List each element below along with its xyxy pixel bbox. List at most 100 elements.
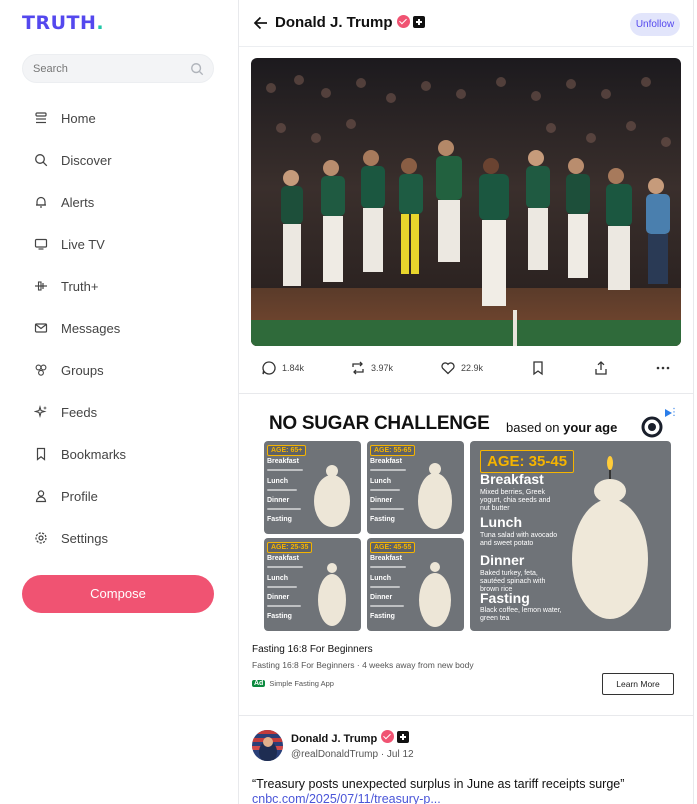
- truth-plus-icon: [34, 279, 48, 293]
- more-options-button[interactable]: [655, 360, 676, 376]
- nav-item-discover[interactable]: Discover: [22, 139, 222, 181]
- age-label: AGE: 35-45: [480, 450, 575, 473]
- big-lunch: Lunch: [480, 514, 522, 530]
- nav-label: Live TV: [61, 236, 105, 252]
- truth-plus-badge-icon: [397, 731, 410, 743]
- search-icon: [34, 153, 48, 167]
- nav-label: Feeds: [61, 404, 98, 420]
- nav-item-home[interactable]: Home: [22, 97, 222, 139]
- unfollow-button[interactable]: Unfollow: [630, 13, 680, 36]
- sparkle-icon: [34, 405, 48, 419]
- search-input[interactable]: [23, 55, 183, 82]
- verified-badge-icon: [396, 15, 410, 28]
- tile-fasting: Fasting: [267, 516, 292, 523]
- share-icon: [595, 361, 607, 375]
- ad-headline[interactable]: Fasting 16:8 For Beginners: [252, 644, 373, 655]
- nav-item-alerts[interactable]: Alerts: [22, 181, 222, 223]
- big-breakfast-text: Mixed berries, Greek yogurt, chia seeds …: [480, 489, 551, 512]
- truth-logo[interactable]: TRUTH.: [22, 12, 104, 34]
- text-line: [267, 566, 303, 568]
- header-title: Donald J. Trump: [275, 14, 425, 31]
- tile-dinner: Dinner: [370, 594, 393, 601]
- tile-breakfast: Breakfast: [267, 458, 299, 465]
- header-name: Donald J. Trump: [275, 14, 393, 31]
- ad-advertiser: Ad Simple Fasting App: [252, 679, 334, 688]
- divider: [239, 393, 694, 394]
- nav-item-messages[interactable]: Messages: [22, 307, 222, 349]
- nav-item-feeds[interactable]: Feeds: [22, 391, 222, 433]
- ad-tile-age-25-35[interactable]: AGE: 25-35 Breakfast Lunch Dinner Fastin…: [264, 538, 361, 631]
- logo-dot: .: [96, 12, 105, 34]
- learn-more-button[interactable]: Learn More: [602, 673, 674, 695]
- retruth-icon: [352, 361, 364, 375]
- avatar-image: [252, 730, 283, 761]
- logo-text: TRUTH: [22, 12, 97, 34]
- nav-item-groups[interactable]: Groups: [22, 349, 222, 391]
- like-count: 22.9k: [461, 363, 484, 373]
- ad-tile-age-55-65[interactable]: AGE: 55-65 Breakfast Lunch Dinner Fastin…: [367, 441, 464, 534]
- post-author[interactable]: Donald J. Trump: [291, 730, 410, 745]
- sidebar: TRUTH. Home Discover Alerts Live TV: [0, 0, 238, 804]
- text-line: [370, 469, 406, 471]
- advertiser-name: Simple Fasting App: [269, 679, 334, 688]
- text-line: [370, 605, 404, 607]
- profile-header: Donald J. Trump Unfollow: [239, 0, 694, 47]
- big-lunch-text: Tuna salad with avocado and sweet potato: [480, 532, 558, 547]
- post-meta: @realDonaldTrump · Jul 12: [291, 749, 414, 760]
- tile-fasting: Fasting: [267, 613, 292, 620]
- home-icon: [34, 111, 48, 125]
- age-label: AGE: 65+: [267, 445, 307, 456]
- retruth-button[interactable]: 3.97k: [350, 360, 393, 376]
- avatar[interactable]: [252, 730, 283, 761]
- nav-item-truth-plus[interactable]: Truth+: [22, 265, 222, 307]
- nav-item-bookmarks[interactable]: Bookmarks: [22, 433, 222, 475]
- like-button[interactable]: 22.9k: [440, 360, 483, 376]
- text-line: [370, 566, 406, 568]
- search-icon[interactable]: [190, 62, 204, 76]
- share-button[interactable]: [593, 360, 614, 376]
- post-date: · Jul 12: [378, 749, 414, 760]
- tile-lunch: Lunch: [370, 575, 391, 582]
- reply-button[interactable]: 1.84k: [261, 360, 304, 376]
- ad-tile-age-35-45[interactable]: AGE: 35-45 Breakfast Mixed berries, Gree…: [470, 441, 671, 631]
- post-actions: 1.84k 3.97k 22.9k: [239, 356, 694, 384]
- app: TRUTH. Home Discover Alerts Live TV: [0, 0, 697, 804]
- text-line: [370, 586, 400, 588]
- app-logo-icon: [641, 416, 663, 438]
- tile-lunch: Lunch: [370, 478, 391, 485]
- back-arrow-icon[interactable]: [253, 15, 269, 31]
- divider: [239, 715, 694, 716]
- nav-label: Bookmarks: [61, 446, 127, 462]
- baseball-celebration-image: [251, 58, 681, 346]
- nav-item-profile[interactable]: Profile: [22, 475, 222, 517]
- tile-breakfast: Breakfast: [370, 458, 402, 465]
- retruth-count: 3.97k: [371, 363, 394, 373]
- ad-tag: Ad: [252, 680, 266, 687]
- post-link[interactable]: cnbc.com/2025/07/11/treasury-p...: [252, 792, 441, 804]
- big-fasting: Fasting: [480, 590, 530, 606]
- tile-breakfast: Breakfast: [370, 555, 402, 562]
- ad-options-icon[interactable]: ⋮: [669, 407, 679, 418]
- nav-label: Settings: [61, 530, 108, 546]
- nav-item-settings[interactable]: Settings: [22, 517, 222, 559]
- big-dinner: Dinner: [480, 552, 525, 568]
- bell-icon: [34, 195, 48, 209]
- tile-fasting: Fasting: [370, 613, 395, 620]
- reply-icon: [262, 361, 276, 375]
- nav-label: Profile: [61, 488, 98, 504]
- ad-tile-age-45-55[interactable]: AGE: 45-55 Breakfast Lunch Dinner Fastin…: [367, 538, 464, 631]
- bookmark-button[interactable]: [530, 360, 551, 376]
- post-image[interactable]: [251, 58, 681, 346]
- compose-button[interactable]: Compose: [22, 575, 214, 613]
- tile-fasting: Fasting: [370, 516, 395, 523]
- main-feed: Donald J. Trump Unfollow 1.84k 3.97k 22.…: [238, 0, 694, 804]
- verified-badge-icon: [381, 730, 395, 743]
- nav-label: Home: [61, 110, 96, 126]
- ad-description: Fasting 16:8 For Beginners · 4 weeks awa…: [252, 660, 474, 670]
- nav-item-live-tv[interactable]: Live TV: [22, 223, 222, 265]
- reply-count: 1.84k: [282, 363, 305, 373]
- ad-tile-age-65[interactable]: AGE: 65+ Breakfast Lunch Dinner Fasting: [264, 441, 361, 534]
- tile-lunch: Lunch: [267, 575, 288, 582]
- author-handle[interactable]: @realDonaldTrump: [291, 749, 378, 760]
- tile-dinner: Dinner: [370, 497, 393, 504]
